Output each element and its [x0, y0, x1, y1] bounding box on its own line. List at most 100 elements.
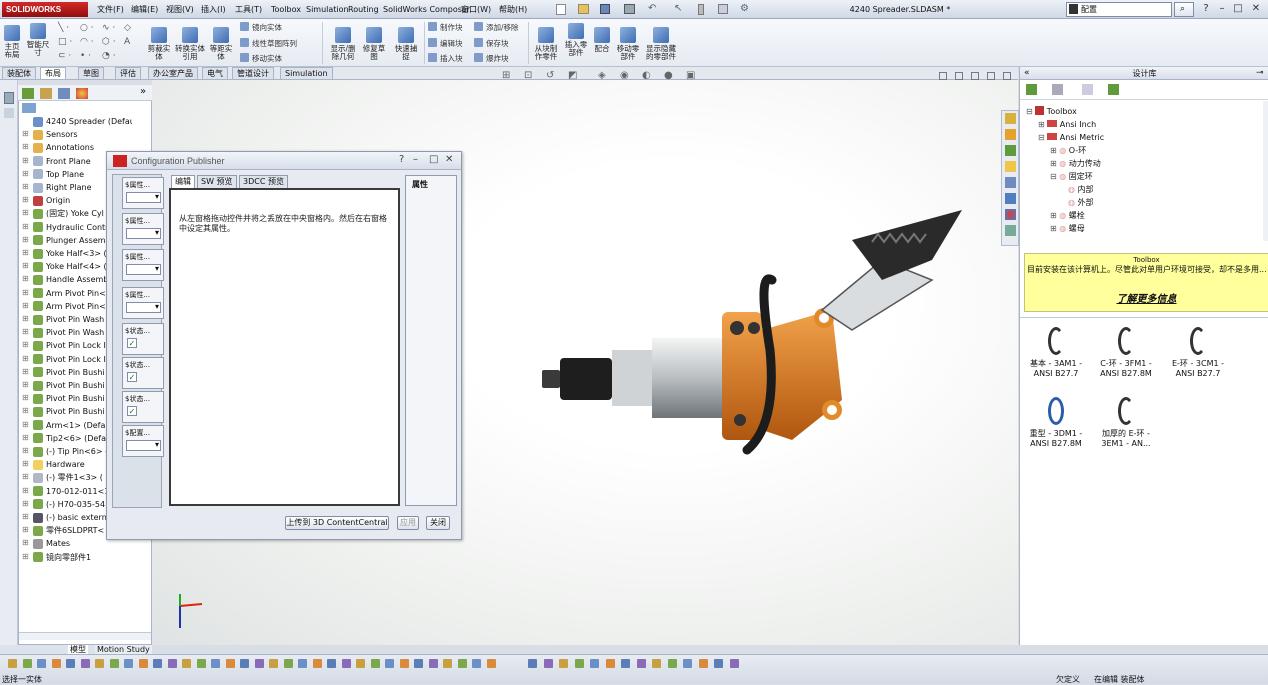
line-icon[interactable]: ╲ ·	[58, 23, 69, 33]
save-icon[interactable]	[600, 4, 610, 14]
expand-toggle-icon[interactable]: ⊞	[22, 261, 29, 270]
explode-block-button[interactable]: 爆炸块	[474, 53, 509, 63]
tree-horizontal-scrollbar[interactable]	[19, 632, 151, 640]
bottom-tool-icon[interactable]	[182, 659, 191, 668]
bottom-tool-icon[interactable]	[683, 659, 692, 668]
upload-3dcc-button[interactable]: 上传到 3D ContentCentral	[285, 516, 389, 530]
library-item-internal[interactable]: ◍ 内部	[1068, 184, 1094, 196]
state-control[interactable]: $状态... ✓	[122, 323, 164, 355]
pin-icon[interactable]: ⊸	[1256, 67, 1264, 80]
property-control[interactable]: $属性...	[122, 213, 164, 245]
view-palette-tab-icon[interactable]	[1005, 177, 1016, 188]
tab-piping[interactable]: 管道设计	[232, 67, 274, 79]
feature-tree-tab-icon[interactable]	[22, 88, 34, 99]
expand-arrow-icon[interactable]: »	[140, 86, 146, 97]
tab-edit[interactable]: 编辑	[171, 175, 195, 188]
linear-pattern-button[interactable]: 线性草图阵列	[240, 38, 297, 48]
tab-simulation[interactable]: Simulation	[280, 67, 333, 79]
bottom-tool-icon[interactable]	[196, 659, 206, 668]
expand-toggle-icon[interactable]: ⊞	[22, 406, 29, 415]
tab-model[interactable]: 模型	[68, 645, 88, 654]
insert-component-button[interactable]: 插入零部件	[562, 23, 590, 57]
menu-help[interactable]: 帮助(H)	[496, 0, 530, 19]
section-view-icon[interactable]: ◩	[568, 70, 577, 81]
library-item-bolts[interactable]: ⊞ ◍ 螺栓	[1050, 210, 1085, 222]
bottom-tool-icon[interactable]	[341, 659, 351, 668]
bottom-tool-icon[interactable]	[51, 659, 61, 668]
bottom-tool-icon[interactable]	[399, 659, 409, 668]
expand-toggle-icon[interactable]: ⊞	[22, 538, 29, 547]
viewport-minimize-icon[interactable]	[971, 72, 979, 80]
bottom-tool-icon[interactable]	[714, 659, 723, 668]
expand-toggle-icon[interactable]: ⊞	[22, 169, 29, 178]
circle-icon[interactable]: ○ ·	[80, 23, 94, 33]
bottom-tool-icon[interactable]	[605, 659, 615, 668]
menu-toolbox[interactable]: Toolbox	[268, 0, 304, 19]
open-icon[interactable]	[578, 4, 589, 14]
view-settings-icon[interactable]: ▣	[686, 70, 695, 81]
restore-button[interactable]: □	[1232, 2, 1244, 16]
bottom-tool-icon[interactable]	[443, 659, 452, 668]
expand-toggle-icon[interactable]: ⊞	[22, 274, 29, 283]
bottom-tool-icon[interactable]	[95, 659, 104, 668]
library-part[interactable]: C-环 - 3FM1 - ANSI B27.8M	[1094, 327, 1158, 379]
create-folder-icon[interactable]	[1082, 84, 1093, 95]
library-item-nuts[interactable]: ⊞ ◍ 螺母	[1050, 223, 1085, 235]
spreader-model[interactable]	[532, 210, 992, 470]
tab-evaluate[interactable]: 评估	[115, 67, 141, 79]
expand-toggle-icon[interactable]: ⊞	[22, 512, 29, 521]
add-file-location-icon[interactable]	[1052, 84, 1063, 95]
hide-show-icon[interactable]: ◐	[642, 70, 651, 81]
bottom-tool-icon[interactable]	[22, 659, 32, 668]
tab-motion-study[interactable]: Motion Study 1	[95, 645, 152, 663]
offset-entities-button[interactable]: 等距实体	[207, 27, 235, 61]
filter-icon[interactable]	[22, 103, 36, 113]
smart-dimension-button[interactable]: 智能尺寸	[26, 23, 50, 57]
bottom-tool-icon[interactable]	[138, 659, 148, 668]
library-item-toolbox[interactable]: ⊟ Toolbox	[1026, 106, 1077, 118]
scenes-tab-icon[interactable]	[1005, 209, 1016, 220]
tab-electrical[interactable]: 电气	[202, 67, 228, 79]
bottom-tool-icon[interactable]	[327, 659, 336, 668]
design-library-tab-icon[interactable]	[1005, 129, 1016, 140]
expand-toggle-icon[interactable]: ⊞	[22, 182, 29, 191]
bottom-tool-icon[interactable]	[636, 659, 646, 668]
expand-toggle-icon[interactable]: ⊞	[22, 195, 29, 204]
options-icon[interactable]: ⚙	[740, 3, 749, 14]
menu-file[interactable]: 文件(F)	[94, 0, 127, 19]
plane-icon[interactable]: ◇	[124, 23, 131, 33]
tree-item[interactable]: 镜向零部件1	[46, 551, 132, 564]
expand-toggle-icon[interactable]: ⊞	[22, 472, 29, 481]
bottom-tool-icon[interactable]	[211, 659, 220, 668]
zoom-to-fit-icon[interactable]: ⊞	[502, 70, 510, 81]
bottom-tool-icon[interactable]	[269, 659, 278, 668]
bottom-tool-icon[interactable]	[729, 659, 739, 668]
add-remove-button[interactable]: 添加/移除	[474, 22, 519, 32]
mirror-entities-button[interactable]: 镜向实体	[240, 22, 282, 32]
expand-toggle-icon[interactable]: ⊞	[22, 552, 29, 561]
bottom-tool-icon[interactable]	[283, 659, 293, 668]
state-control[interactable]: $状态... ✓	[122, 357, 164, 389]
bottom-tool-icon[interactable]	[574, 659, 584, 668]
bottom-tool-icon[interactable]	[356, 659, 365, 668]
bottom-tool-icon[interactable]	[457, 659, 467, 668]
library-part[interactable]: 基本 - 3AM1 - ANSI B27.7	[1024, 327, 1088, 379]
property-control[interactable]: $属性...	[122, 287, 164, 319]
expand-toggle-icon[interactable]: ⊞	[22, 393, 29, 402]
bottom-tool-icon[interactable]	[254, 659, 264, 668]
close-dialog-button[interactable]: 关闭	[426, 516, 450, 530]
move-component-button[interactable]: 移动零部件	[614, 27, 642, 61]
expand-toggle-icon[interactable]: ⊞	[22, 525, 29, 534]
help-icon[interactable]: ?	[1200, 2, 1212, 16]
expand-toggle-icon[interactable]: ⊞	[22, 142, 29, 151]
bottom-tool-icon[interactable]	[698, 659, 708, 668]
bottom-tool-icon[interactable]	[298, 659, 307, 668]
make-block-button[interactable]: 制作块	[428, 22, 463, 32]
bottom-tool-icon[interactable]	[167, 659, 177, 668]
expand-toggle-icon[interactable]: ⊞	[22, 327, 29, 336]
rectangle-icon[interactable]: □ ·	[58, 37, 72, 47]
spline-icon[interactable]: ∿ ·	[102, 23, 115, 33]
search-tab-icon[interactable]	[1005, 161, 1016, 172]
collapse-arrow-icon[interactable]: «	[1024, 67, 1030, 80]
show-hidden-components-button[interactable]: 显示隐藏的零部件	[646, 27, 676, 61]
